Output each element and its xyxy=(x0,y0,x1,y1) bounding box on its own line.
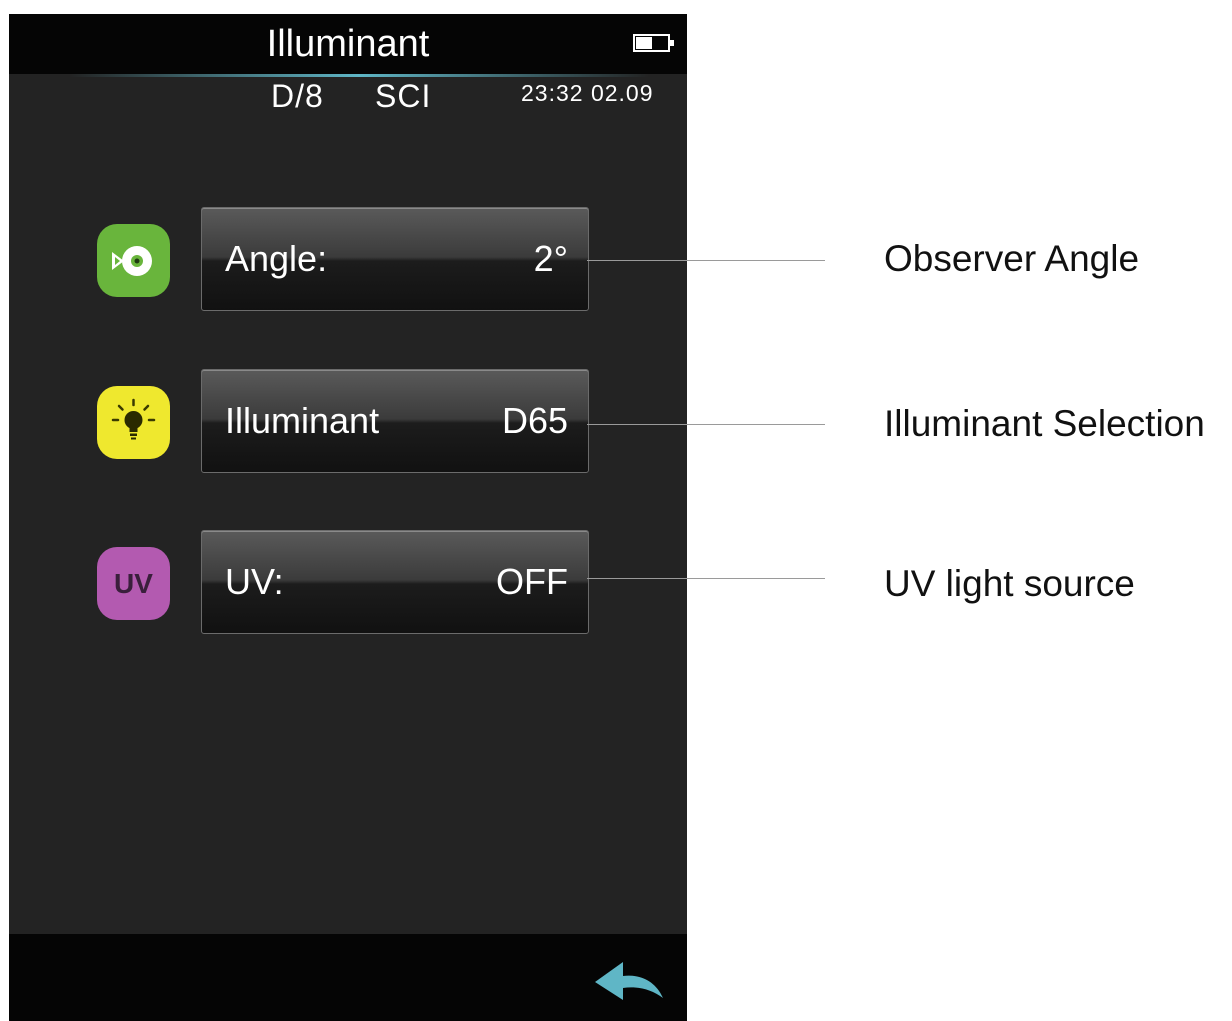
observer-eye-icon[interactable] xyxy=(97,224,170,297)
illuminant-value: D65 xyxy=(501,400,568,441)
uv-icon-text: UV xyxy=(114,568,153,599)
datetime: 23:32 02.09 xyxy=(521,80,654,106)
angle-label: Angle: xyxy=(225,238,328,279)
device-screen: Illuminant D/8 SCI 23:32 02.09 Angle: 2° xyxy=(9,14,687,1021)
page-title: Illuminant xyxy=(266,23,430,65)
uv-button[interactable]: UV: OFF xyxy=(201,530,589,634)
callout-illuminant-selection: Illuminant Selection xyxy=(884,403,1205,444)
lightbulb-icon[interactable] xyxy=(97,386,170,459)
measurement-geometry: D/8 xyxy=(271,78,324,114)
date: 02.09 xyxy=(590,80,654,106)
back-arrow-icon[interactable] xyxy=(593,958,667,1006)
bottom-bar xyxy=(9,934,687,1021)
uv-icon[interactable]: UV xyxy=(97,547,170,620)
callout-line-angle xyxy=(587,260,825,261)
callout-line-illuminant xyxy=(587,424,825,425)
specular-mode: SCI xyxy=(375,78,432,114)
illuminant-label: Illuminant xyxy=(225,400,380,441)
header-divider xyxy=(69,74,649,77)
uv-setting-row: UV UV: OFF xyxy=(9,530,687,634)
illuminant-setting-row: Illuminant D65 xyxy=(9,369,687,473)
uv-value: OFF xyxy=(496,561,568,602)
callout-line-uv xyxy=(587,578,825,579)
battery-icon xyxy=(633,34,674,52)
title-bar: Illuminant xyxy=(9,14,687,74)
time: 23:32 xyxy=(521,80,584,106)
callout-uv-light-source: UV light source xyxy=(884,563,1135,604)
illuminant-button[interactable]: Illuminant D65 xyxy=(201,369,589,473)
uv-label: UV: xyxy=(225,561,284,602)
angle-setting-row: Angle: 2° xyxy=(9,207,687,311)
angle-value: 2° xyxy=(533,238,568,279)
callout-observer-angle: Observer Angle xyxy=(884,238,1140,279)
angle-button[interactable]: Angle: 2° xyxy=(201,207,589,311)
